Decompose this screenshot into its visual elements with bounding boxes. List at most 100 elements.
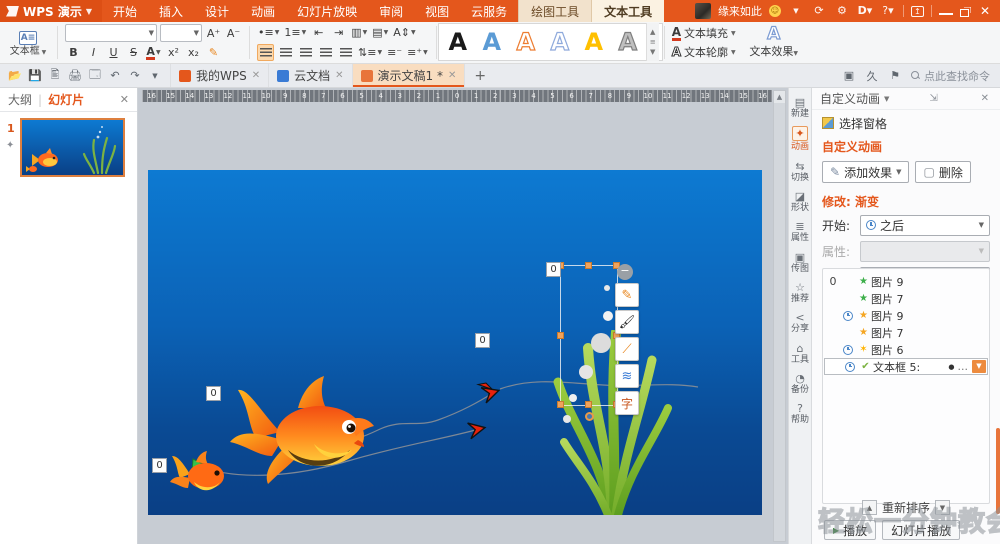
canvas-scrollbar[interactable]: ▲ [773,90,786,542]
minimize-button[interactable] [939,3,953,15]
reorder-up-button[interactable]: ▲ [862,500,877,515]
play-button[interactable]: ▶ 播放 [824,520,876,540]
redo-icon[interactable]: ↷ [128,69,142,83]
text-direction-button[interactable]: ▤▼ [371,24,389,41]
sidebar-item-upload-image[interactable]: ▣传图 [789,249,811,276]
tab-close-icon[interactable]: ✕ [448,70,456,81]
animation-sequence-list[interactable]: 0★图片 9★图片 7★图片 9★图片 7✶图片 6✔文本框 5:●...▼ [822,268,990,504]
docer-store-icon[interactable]: D▾ [857,3,873,19]
font-color-button[interactable]: A [146,46,155,60]
document-tab-演示文稿1 *[interactable]: 演示文稿1 *✕ [353,64,466,87]
decrease-indent-button[interactable]: ⇤ [310,24,327,41]
menu-tab-视图[interactable]: 视图 [414,0,460,22]
numbering-button[interactable]: 1≡▼ [283,24,307,41]
selected-textbox[interactable] [560,265,618,406]
sidebar-item-help[interactable]: ?帮助 [789,400,811,427]
animation-item-4[interactable]: ★图片 7 [823,324,989,341]
document-tab-云文档[interactable]: 云文档✕ [269,64,352,87]
wordart-gallery-scrollbar[interactable]: ▲≡▼ [646,23,659,61]
scroll-up-icon[interactable]: ▲ [774,91,785,103]
bold-button[interactable]: B [65,44,82,61]
open-file-icon[interactable]: 📂 [8,69,22,83]
undo-icon[interactable]: ↶ [108,69,122,83]
collapse-toolbar-button[interactable]: − [617,264,633,280]
assistant-icon[interactable]: 久 [865,69,879,83]
format-brush-button[interactable]: 🖌 [615,310,639,334]
save-icon[interactable]: 💾 [28,69,42,83]
menu-tab-云服务[interactable]: 云服务 [460,0,518,22]
slide-editing-surface[interactable]: 0000 − ✎🖌⟋≋字 [148,170,762,515]
panel-close-button[interactable]: ✕ [978,93,992,104]
animation-item-5[interactable]: ✶图片 6 [823,341,989,358]
sidebar-item-new-doc[interactable]: ▤新建 [789,94,811,121]
menu-tab-幻灯片放映[interactable]: 幻灯片放映 [286,0,368,22]
close-button[interactable]: ✕ [976,4,994,18]
wordart-style-5[interactable]: A [578,26,610,58]
goldfish-image[interactable] [228,370,378,488]
align-center-button[interactable] [277,44,294,61]
underline-button[interactable]: U [105,44,122,61]
font-family-select[interactable]: ▼ [65,24,157,42]
strikethrough-button[interactable]: S [125,44,142,61]
edit-text-button[interactable]: ✎ [615,283,639,307]
panel-scrollbar-thumb[interactable] [996,428,1000,514]
sidebar-item-transition[interactable]: ⇆切换 [789,158,811,185]
quick-access-more-icon[interactable]: ▼ [148,69,162,83]
line-spacing-button[interactable]: ⇅≡▼ [357,44,383,61]
selection-handle[interactable] [585,401,592,408]
user-name[interactable]: 缘来如此 [718,3,762,19]
app-logo[interactable]: WPS 演示 ▼ [0,0,102,22]
wordart-style-2[interactable]: A [476,26,508,58]
new-tab-button[interactable]: + [465,64,495,87]
feedback-icon[interactable]: ↥ [911,6,924,17]
small-fish-image[interactable] [168,448,232,498]
bullets-button[interactable]: •≡▼ [257,24,280,41]
menu-tab-审阅[interactable]: 审阅 [368,0,414,22]
wordart-style-6[interactable]: A [612,26,644,58]
distribute-button[interactable] [337,44,354,61]
justify-button[interactable] [317,44,334,61]
outline-pen-button[interactable]: ⟋ [615,337,639,361]
animation-item-3[interactable]: ★图片 9 [823,307,989,324]
wordart-style-3[interactable]: A [510,26,542,58]
wordart-style-4[interactable]: A [544,26,576,58]
animation-item-1[interactable]: 0★图片 9 [823,273,989,290]
context-tab-文本工具[interactable]: 文本工具 [591,0,664,22]
selection-handle[interactable] [557,401,564,408]
text-effect-button[interactable]: A 文本效果▼ [748,26,800,59]
wordart-style-1[interactable]: A [442,26,474,58]
document-tab-我的WPS[interactable]: 我的WPS✕ [171,64,269,87]
sidebar-item-tools[interactable]: ⌂工具 [789,340,811,367]
context-tab-绘图工具[interactable]: 绘图工具 [518,0,591,22]
increase-indent-button[interactable]: ⇥ [330,24,347,41]
restore-button[interactable] [960,9,969,17]
sidebar-item-animation[interactable]: ✦动画 [789,124,811,154]
menu-tab-插入[interactable]: 插入 [148,0,194,22]
sidebar-item-shape[interactable]: ◪形状 [789,188,811,215]
tab-slides[interactable]: 幻灯片 [48,91,84,108]
slideshow-button[interactable]: 幻灯片播放 [882,520,960,540]
align-left-button[interactable] [257,44,274,61]
font-size-select[interactable]: ▼ [160,24,202,42]
start-dropdown[interactable]: 之后 ▼ [860,215,990,236]
selection-handle[interactable] [557,332,564,339]
print-preview-icon[interactable]: 🗔 [88,69,102,83]
layers-button[interactable]: ≋ [615,364,639,388]
sidebar-item-recommend[interactable]: ☆推荐 [789,279,811,306]
settings-gear-icon[interactable]: ⚙ [834,3,850,19]
char-spacing-button[interactable]: A⇕▼ [392,24,416,41]
item-options-dropdown-icon[interactable]: ▼ [972,360,986,373]
print-icon[interactable]: 🖨 [68,69,82,83]
superscript-button[interactable]: x² [165,44,182,61]
help-icon[interactable]: ?▾ [880,3,896,19]
tab-close-icon[interactable]: ✕ [335,70,343,81]
text-fill-button[interactable]: A 文本填充▼ [672,25,736,42]
align-right-button[interactable] [297,44,314,61]
add-effect-button[interactable]: ✎ 添加效果 ▼ [822,161,909,183]
selection-handle[interactable] [585,262,592,269]
insert-textbox-button[interactable]: A≡ 文本框 ▼ [6,29,50,57]
paragraph-settings-button[interactable]: ≡⁻ [386,44,403,61]
flag-icon[interactable]: ⚑ [888,69,902,83]
sync-icon[interactable]: ⟳ [811,3,827,19]
avatar[interactable] [695,3,711,19]
